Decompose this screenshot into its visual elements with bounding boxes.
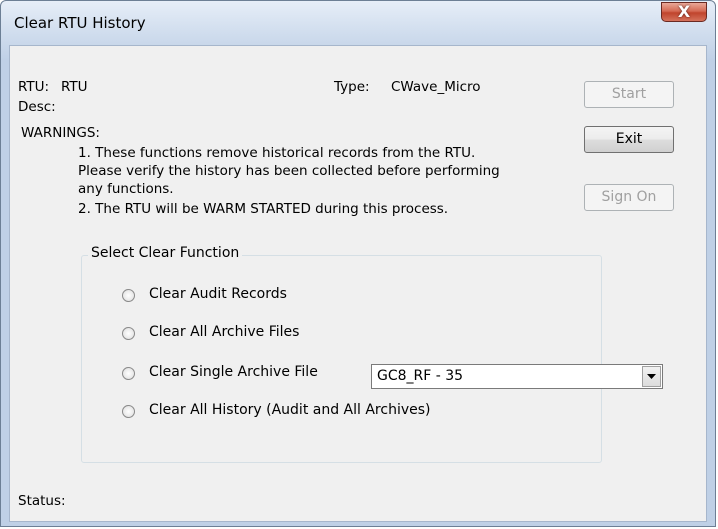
desc-label: Desc: xyxy=(18,99,56,115)
rtu-value: RTU xyxy=(61,79,88,95)
warning-line-4: 2. The RTU will be WARM STARTED during t… xyxy=(78,201,449,217)
warnings-heading: WARNINGS: xyxy=(21,125,100,141)
radio-label-clear-all-history[interactable]: Clear All History (Audit and All Archive… xyxy=(149,402,431,418)
dialog-client-area: RTU: RTU Type: CWave_Micro Desc: WARNING… xyxy=(9,45,707,522)
group-title: Select Clear Function xyxy=(88,245,243,261)
warning-line-1: 1. These functions remove historical rec… xyxy=(78,145,476,161)
radio-label-clear-single-archive-file[interactable]: Clear Single Archive File xyxy=(149,364,318,380)
warning-line-2: Please verify the history has been colle… xyxy=(78,163,500,179)
type-value: CWave_Micro xyxy=(391,79,481,95)
type-label: Type: xyxy=(334,79,370,95)
close-button[interactable]: X xyxy=(661,2,707,22)
window-title: Clear RTU History xyxy=(14,14,146,32)
close-icon: X xyxy=(677,2,691,21)
radio-label-clear-all-archive-files[interactable]: Clear All Archive Files xyxy=(149,324,299,340)
exit-button[interactable]: Exit xyxy=(584,126,674,153)
chevron-down-icon[interactable] xyxy=(642,366,661,387)
radio-clear-audit-records[interactable] xyxy=(122,289,135,302)
radio-clear-all-archive-files[interactable] xyxy=(122,327,135,340)
archive-file-select[interactable]: GC8_RF - 35 xyxy=(371,364,663,389)
archive-file-select-value: GC8_RF - 35 xyxy=(377,368,464,384)
dialog-window: Clear RTU History X RTU: RTU Type: CWave… xyxy=(0,0,716,527)
radio-label-clear-audit-records[interactable]: Clear Audit Records xyxy=(149,286,287,302)
start-button[interactable]: Start xyxy=(584,81,674,108)
warning-line-3: any functions. xyxy=(78,181,174,197)
radio-clear-single-archive-file[interactable] xyxy=(122,367,135,380)
title-bar[interactable]: Clear RTU History X xyxy=(1,1,715,45)
rtu-label: RTU: xyxy=(18,79,50,95)
status-label: Status: xyxy=(18,493,66,509)
radio-clear-all-history[interactable] xyxy=(122,405,135,418)
sign-on-button[interactable]: Sign On xyxy=(584,184,674,211)
